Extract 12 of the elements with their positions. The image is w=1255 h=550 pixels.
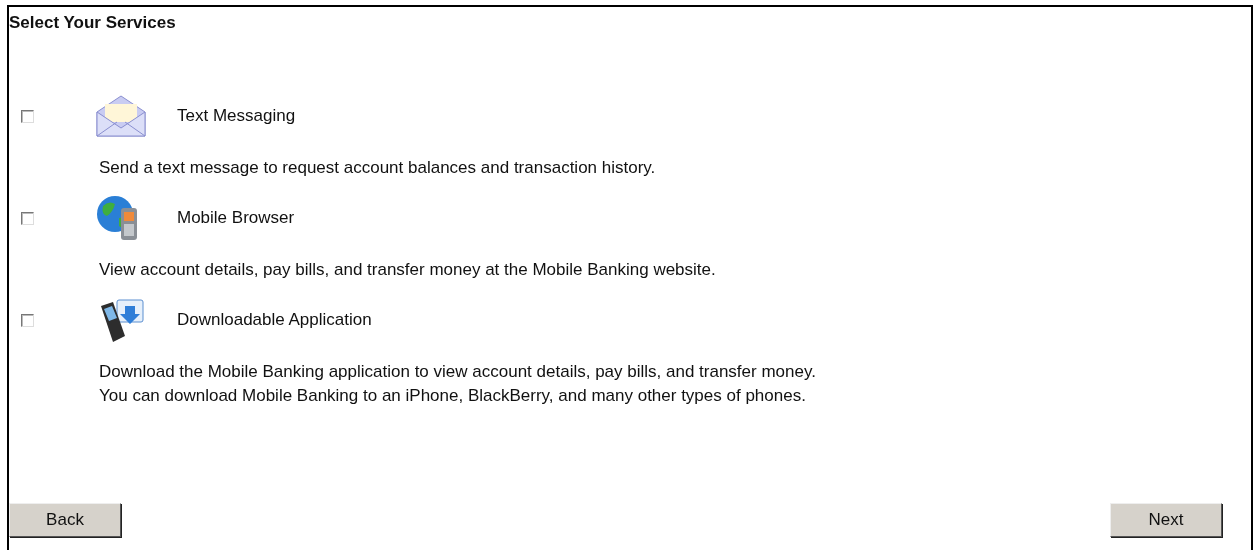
service-label: Text Messaging bbox=[177, 106, 296, 126]
checkbox[interactable] bbox=[21, 313, 34, 327]
next-button[interactable]: Next bbox=[1110, 503, 1222, 537]
service-description: Download the Mobile Banking application to view account details, pay bills, and transfer money. You can download Mobile Banking to an iPhone, BlackBerry, and many other types of phones. bbox=[99, 361, 817, 407]
checkbox[interactable] bbox=[21, 109, 34, 123]
service-label: Mobile Browser bbox=[177, 208, 295, 228]
service-description: View account details, pay bills, and transfer money at the Mobile Banking website. bbox=[99, 259, 717, 281]
checkbox[interactable] bbox=[21, 211, 34, 225]
page-title: Select Your Services bbox=[9, 13, 177, 33]
service-description: Send a text message to request account balances and transaction history. bbox=[99, 157, 657, 179]
service-label: Downloadable Application bbox=[177, 310, 372, 330]
back-button[interactable]: Back bbox=[9, 503, 121, 537]
